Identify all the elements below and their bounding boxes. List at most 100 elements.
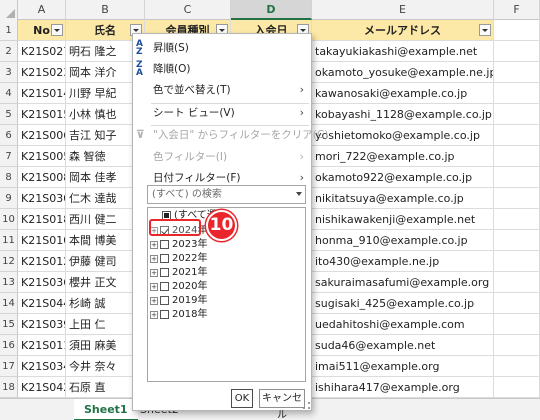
expand-icon[interactable]: + (150, 283, 158, 291)
row-number[interactable]: 6 (0, 125, 18, 146)
expand-icon[interactable]: + (150, 241, 158, 249)
row-number[interactable]: 7 (0, 146, 18, 167)
cell-email[interactable]: nikitatsuya@example.co.jp (312, 188, 494, 209)
cell-no[interactable]: K21S011 (18, 335, 66, 356)
empty-cell[interactable] (494, 41, 540, 62)
empty-cell[interactable] (494, 251, 540, 272)
cell-email[interactable]: okamoto922@example.co.jp (312, 167, 494, 188)
column-header-e[interactable]: E (312, 0, 494, 20)
empty-cell[interactable] (494, 62, 540, 83)
year-checkbox-2020[interactable] (160, 282, 169, 291)
header-cell-no[interactable]: No (18, 20, 66, 41)
row-number[interactable]: 11 (0, 230, 18, 251)
empty-cell[interactable] (494, 146, 540, 167)
cell-no[interactable]: K21S008 (18, 167, 66, 188)
cell-no[interactable]: K21S039 (18, 314, 66, 335)
cell-email[interactable]: takayukiakashi@example.net (312, 41, 494, 62)
sort-descending-item[interactable]: ZA 降順(O) (133, 59, 311, 79)
cell-email[interactable]: mori_722@example.co.jp (312, 146, 494, 167)
cell-email[interactable]: ito430@example.ne.jp (312, 251, 494, 272)
year-checkbox-2022[interactable] (160, 254, 169, 263)
sheet-tab-1[interactable]: Sheet1 (74, 399, 138, 420)
row-number[interactable]: 17 (0, 356, 18, 377)
row-number[interactable]: 14 (0, 293, 18, 314)
empty-cell[interactable] (494, 209, 540, 230)
empty-cell[interactable] (494, 230, 540, 251)
cell-email[interactable]: yoshietomoko@example.co.jp (312, 125, 494, 146)
row-number[interactable]: 13 (0, 272, 18, 293)
cell-email[interactable]: kobayashi_1128@example.co.jp (312, 104, 494, 125)
clear-filter-item[interactable]: ⊽ "入会日" からフィルターをクリア(C) (133, 125, 328, 145)
filter-dropdown-email[interactable] (479, 24, 491, 36)
year-checkbox-2019[interactable] (160, 296, 169, 305)
column-header-d[interactable]: D (231, 0, 312, 20)
column-header-b[interactable]: B (66, 0, 145, 20)
cell-no[interactable]: K21S005 (18, 146, 66, 167)
empty-cell[interactable] (494, 335, 540, 356)
row-number[interactable]: 9 (0, 188, 18, 209)
row-number[interactable]: 18 (0, 377, 18, 398)
empty-cell[interactable] (494, 83, 540, 104)
cell-no[interactable]: K21S014 (18, 83, 66, 104)
cell-email[interactable]: uedahitoshi@example.com (312, 314, 494, 335)
cell-no[interactable]: K21S010 (18, 230, 66, 251)
cell-email[interactable]: honma_910@example.co.jp (312, 230, 494, 251)
filter-dropdown-no[interactable] (51, 24, 63, 36)
empty-cell[interactable] (494, 377, 540, 398)
cell-email[interactable]: imai511@example.org (312, 356, 494, 377)
expand-icon[interactable]: + (150, 297, 158, 305)
cell-no[interactable]: K21S034 (18, 356, 66, 377)
empty-cell[interactable] (494, 167, 540, 188)
row-number[interactable]: 1 (0, 20, 18, 41)
empty-cell[interactable] (494, 293, 540, 314)
sheet-view-item[interactable]: シート ビュー(V) › (133, 103, 311, 123)
filter-search-input[interactable]: (すべて) の検索 (147, 185, 306, 204)
column-header-c[interactable]: C (145, 0, 231, 20)
color-filter-item[interactable]: 色フィルター(I) › (133, 147, 311, 167)
sort-by-color-item[interactable]: 色で並べ替え(T) › (133, 80, 311, 100)
expand-icon[interactable]: + (150, 269, 158, 277)
expand-icon[interactable]: + (150, 311, 158, 319)
cell-email[interactable]: okamoto_yosuke@example.ne.jp (312, 62, 494, 83)
expand-icon[interactable]: + (150, 255, 158, 263)
row-number[interactable]: 10 (0, 209, 18, 230)
empty-cell[interactable] (494, 272, 540, 293)
cell-email[interactable]: sugisaki_425@example.co.jp (312, 293, 494, 314)
empty-cell[interactable] (494, 20, 540, 41)
cell-no[interactable]: K21S015 (18, 104, 66, 125)
cell-no[interactable]: K21S018 (18, 209, 66, 230)
column-header-f[interactable]: F (494, 0, 540, 20)
empty-cell[interactable] (494, 356, 540, 377)
cell-no[interactable]: K21S030 (18, 188, 66, 209)
cell-email[interactable]: kawanosaki@example.co.jp (312, 83, 494, 104)
row-number[interactable]: 12 (0, 251, 18, 272)
sort-ascending-item[interactable]: AZ 昇順(S) (133, 38, 311, 58)
empty-cell[interactable] (494, 125, 540, 146)
cell-no[interactable]: K21S044 (18, 293, 66, 314)
cell-no[interactable]: K21S027 (18, 41, 66, 62)
cell-no[interactable]: K21S023 (18, 62, 66, 83)
year-checkbox-2023[interactable] (160, 240, 169, 249)
cell-no[interactable]: K21S042 (18, 377, 66, 398)
cell-email[interactable]: suda46@example.net (312, 335, 494, 356)
year-checkbox-2018[interactable] (160, 310, 169, 319)
cell-no[interactable]: K21S006 (18, 125, 66, 146)
row-number[interactable]: 4 (0, 83, 18, 104)
header-cell-email[interactable]: メールアドレス (312, 20, 494, 41)
cell-no[interactable]: K21S012 (18, 251, 66, 272)
cancel-button[interactable]: キャンセル (259, 389, 305, 420)
row-number[interactable]: 15 (0, 314, 18, 335)
row-number[interactable]: 2 (0, 41, 18, 62)
empty-cell[interactable] (494, 188, 540, 209)
row-number[interactable]: 5 (0, 104, 18, 125)
row-number[interactable]: 16 (0, 335, 18, 356)
chevron-down-icon[interactable] (296, 192, 302, 196)
column-header-a[interactable]: A (18, 0, 66, 20)
cell-email[interactable]: ishihara417@example.org (312, 377, 494, 398)
cell-no[interactable]: K21S036 (18, 272, 66, 293)
row-number[interactable]: 3 (0, 62, 18, 83)
ok-button[interactable]: OK (231, 389, 253, 408)
empty-cell[interactable] (494, 104, 540, 125)
cell-email[interactable]: nishikawakenji@example.net (312, 209, 494, 230)
select-all-corner[interactable] (0, 0, 18, 20)
